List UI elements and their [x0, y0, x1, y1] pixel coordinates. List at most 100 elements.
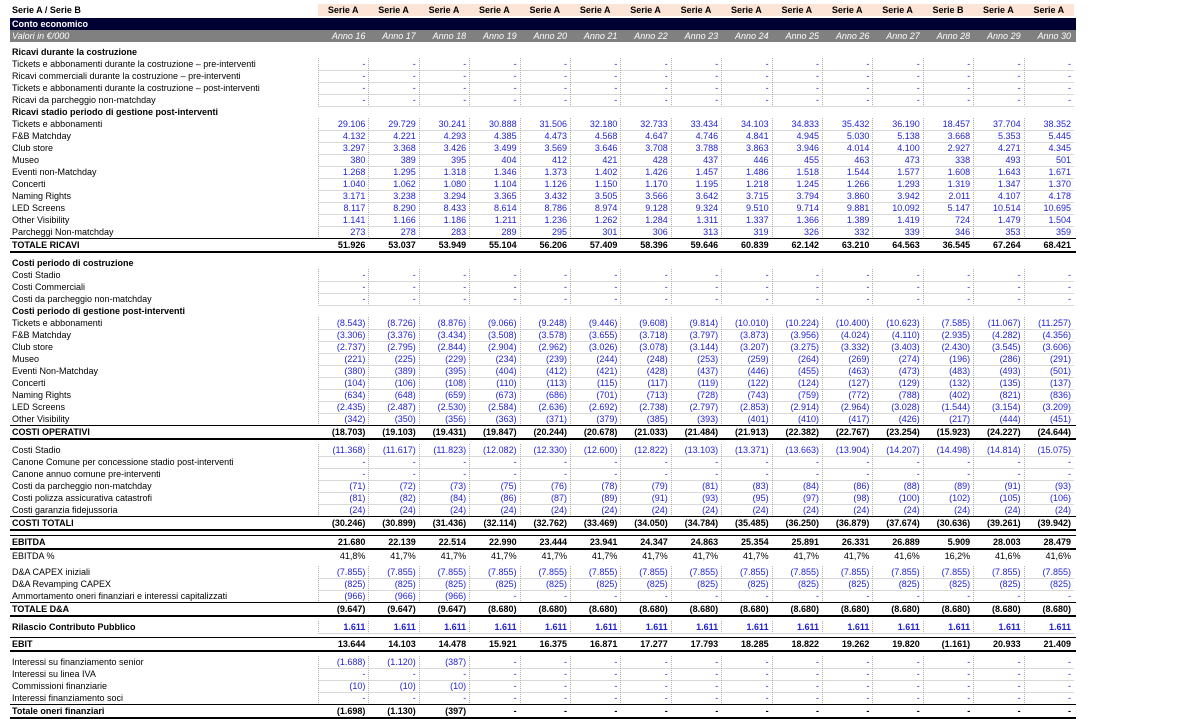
row-label: Costi da parcheggio non-matchday [12, 481, 152, 491]
year-header-cell: Anno 24 [735, 31, 769, 41]
value-cell: 41,7% [541, 551, 567, 561]
value-cell: 28.479 [1043, 537, 1071, 547]
value-cell: - [1017, 706, 1021, 716]
series-header-cell: Serie A [771, 4, 822, 16]
line-item-row: Club store 3.297 3.368 3.426 3.499 3.569 3.646… [10, 142, 1076, 155]
value-cell: 1.611 [519, 621, 570, 634]
row-label: Naming Rights [12, 191, 72, 201]
value-cell: 16.375 [539, 639, 567, 649]
value-cell: 19.262 [841, 639, 870, 649]
row-label: Eventi Non-Matchday [12, 366, 99, 376]
value-cell: 41,7% [390, 551, 416, 561]
series-header-cell: Serie A [872, 4, 923, 16]
line-item-row: Concerti (104) (106) (108) (110) (113) (115) (1… [10, 377, 1076, 390]
value-cell: 1.611 [822, 621, 873, 634]
series-header-cell: Serie A [469, 4, 520, 16]
value-cell: (20.244) [533, 427, 567, 437]
series-header-cell: Serie B [922, 4, 974, 16]
line-item-row: D&A Revamping CAPEX (825) (825) (825) (825)(… [10, 578, 1076, 591]
value-cell: (1.698) [336, 706, 366, 716]
line-item-row: Rilascio Contributo Pubblico 1.611 1.611 1.… [10, 621, 1076, 634]
value-cell: (8.680) [992, 604, 1021, 614]
value-cell: 1.611 [670, 621, 722, 634]
line-item-row: Ricavi commerciali durante la costruzion… [10, 70, 1076, 83]
row-label: Costi periodo di gestione post-intervent… [12, 306, 186, 316]
value-cell: 41,6% [894, 551, 920, 561]
total-row: COSTI OPERATIVI (18.703) (19.103) (19.431) (… [10, 425, 1076, 440]
value-cell: 1.611 [1023, 621, 1074, 634]
row-label: Ricavi durante la costruzione [12, 47, 138, 57]
value-cell: 14.478 [438, 639, 467, 649]
value-cell: 21.680 [337, 537, 366, 547]
line-item-row: Eventi Non-Matchday (380) (389) (395) (404)(… [10, 365, 1076, 378]
series-header-cell: Serie A [620, 4, 671, 16]
value-cell: 24.863 [690, 537, 719, 547]
row-label: Interessi su linea IVA [12, 669, 96, 679]
row-label: Ricavi da parcheggio non-matchday [12, 95, 156, 105]
row-label: Other Visibility [12, 215, 70, 225]
line-item-row: Naming Rights 3.171 3.238 3.294 3.365 3.432 3.… [10, 190, 1076, 203]
year-header-cell: Anno 29 [987, 31, 1021, 41]
value-cell: (39.942) [1037, 518, 1071, 528]
value-cell: 58.396 [640, 240, 668, 250]
value-cell: 26.889 [892, 537, 920, 547]
value-cell: 41,7% [591, 551, 618, 561]
value-cell: - [563, 706, 567, 716]
value-cell: (8.680) [891, 604, 920, 614]
row-label: Ammortamento oneri finanziari e interess… [12, 591, 228, 601]
row-label: Club store [12, 342, 54, 352]
value-cell: (22.382) [785, 427, 819, 437]
value-cell: 22.990 [489, 537, 517, 547]
line-item-row: Costi garanzia fidejussoria (24) (24) (24)(… [10, 504, 1076, 517]
value-cell: (397) [445, 706, 467, 716]
value-cell: (19.431) [432, 427, 467, 437]
value-cell: - [614, 706, 618, 716]
value-cell: (36.250) [785, 518, 819, 528]
value-cell: (8.680) [588, 604, 618, 614]
row-label: Commissioni finanziarie [12, 681, 108, 691]
series-header-cell: Serie A [1023, 4, 1074, 16]
year-header-cell: Anno 16 [331, 31, 366, 41]
value-cell: 16.871 [589, 639, 618, 649]
income-statement-sheet: Serie A / Serie B Serie A Serie A Serie AS… [10, 4, 1076, 719]
value-cell: 62.142 [791, 240, 819, 250]
value-cell: 1.611 [620, 621, 671, 634]
row-label: Costi periodo di costruzione [12, 258, 134, 268]
value-cell: 18.822 [791, 639, 819, 649]
row-label: TOTALE RICAVI [12, 240, 80, 250]
sheet-title: Conto economico [12, 19, 88, 29]
row-label: Eventi non-Matchday [12, 167, 97, 177]
value-cell: 53.949 [438, 240, 467, 250]
value-cell: 25.354 [741, 537, 769, 547]
row-label: Parcheggi Non-matchday [12, 227, 114, 237]
line-item-row: Costi polizza assicurativa catastrofi (81… [10, 492, 1076, 505]
year-header-cell: Anno 30 [1037, 31, 1071, 41]
year-header-cell: Anno 26 [835, 31, 870, 41]
row-label: Canone annuo comune pre-interventi [12, 469, 161, 479]
value-cell: 53.037 [388, 240, 416, 250]
series-header-cell: Serie A [368, 4, 419, 16]
row-label: Concerti [12, 179, 46, 189]
value-cell: 1.611 [973, 621, 1024, 634]
value-cell: 23.444 [539, 537, 567, 547]
row-label: Rilascio Contributo Pubblico [12, 622, 136, 632]
row-label: Costi garanzia fidejussoria [12, 505, 118, 515]
year-header-cell: Anno 25 [785, 31, 819, 41]
line-item-row: Ricavi da parcheggio non-matchday - - - - - - -… [10, 94, 1076, 107]
row-label: Concerti [12, 378, 46, 388]
row-label: Costi Stadio [12, 270, 61, 280]
year-header-cell: Anno 23 [684, 31, 719, 41]
total-row: EBIT 13.644 14.103 14.478 15.921 16.375 16.871… [10, 637, 1076, 652]
line-item-row: Parcheggi Non-matchday 273 278 283 289 295 301… [10, 226, 1076, 239]
total-row: Totale oneri finanziari (1.698) (1.130) (39… [10, 704, 1076, 719]
total-row: COSTI TOTALI (30.246) (30.899) (31.436) (32.… [10, 516, 1076, 531]
line-item-row: Museo (221) (225) (229) (234) (239) (244) (248)… [10, 353, 1076, 366]
value-cell: 41,6% [1045, 551, 1071, 561]
row-label: Museo [12, 155, 40, 165]
value-cell: (8.680) [1042, 604, 1071, 614]
year-header-cell: Anno 22 [634, 31, 668, 41]
value-cell: 28.003 [993, 537, 1021, 547]
row-label: D&A Revamping CAPEX [12, 579, 112, 589]
series-header-cell: Serie A [570, 4, 621, 16]
line-item-row: Commissioni finanziarie (10) (10) (10) - - - - -… [10, 680, 1076, 693]
